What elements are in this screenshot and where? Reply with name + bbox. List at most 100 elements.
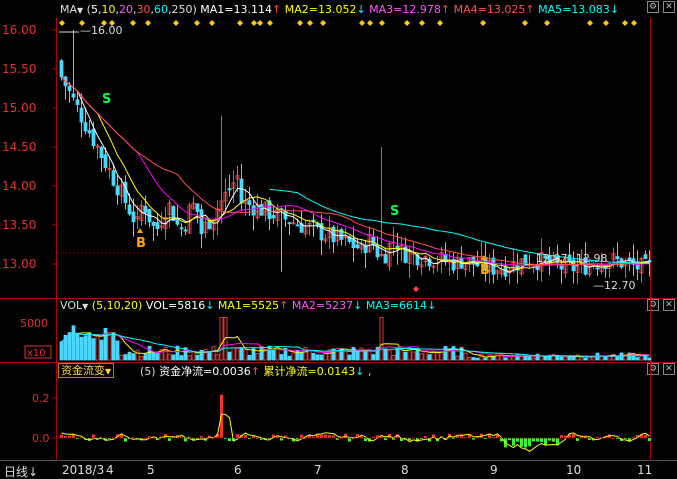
- date-label: 2018/3: [62, 463, 105, 477]
- candle-body: [239, 178, 244, 204]
- volume-bar: [543, 356, 548, 361]
- volume-bar: [471, 357, 476, 361]
- flow-bar: [524, 438, 527, 448]
- volume-bar: [267, 345, 272, 361]
- volume-bar: [475, 357, 480, 361]
- candle-body: [91, 128, 96, 147]
- volume-bar: [211, 346, 216, 361]
- candle-body: [183, 229, 188, 232]
- period-selector[interactable]: 日线↓: [4, 463, 38, 479]
- volume-bar: [411, 351, 416, 361]
- volume-bar: [391, 354, 396, 361]
- volume-bar: [319, 354, 324, 361]
- volume-bar: [235, 347, 240, 361]
- volume-bar: [259, 346, 264, 361]
- candle-body: [615, 256, 620, 260]
- volume-bar: [511, 356, 516, 361]
- candlesticks: [59, 30, 652, 285]
- candle-body: [115, 185, 120, 196]
- volume-tick-label: 5000: [20, 317, 48, 330]
- event-diamond-icon: [130, 20, 136, 26]
- volume-bar: [207, 351, 212, 361]
- volume-bar: [111, 332, 116, 361]
- volume-unit-label: x10: [27, 348, 46, 359]
- candle-body: [643, 254, 648, 259]
- event-diamond-icon: [544, 20, 550, 26]
- sell-signal-marker: S: [102, 92, 111, 107]
- volume-bar: [491, 356, 496, 361]
- volume-bar: [195, 354, 200, 361]
- volume-bar: [115, 340, 120, 361]
- period-label: 日线: [4, 465, 29, 479]
- y-tick-label: 15.50: [2, 62, 36, 76]
- candle-body: [59, 60, 64, 78]
- flow-bar: [544, 438, 547, 445]
- flow-bar: [520, 438, 523, 447]
- event-diamond-icon: [522, 20, 528, 26]
- volume-bar: [535, 353, 540, 361]
- volume-bar: [91, 338, 96, 361]
- price-label-a: 12.97: [536, 252, 568, 265]
- high-price-label: —16.00: [80, 24, 123, 37]
- flow-bars: [57, 394, 651, 452]
- event-diamond-icon: [145, 20, 151, 26]
- flow-bar: [552, 438, 555, 442]
- volume-bar: [371, 354, 376, 361]
- event-diamond-icon: [267, 20, 273, 26]
- volume-bar: [119, 354, 124, 361]
- cumulative-flow-line: [61, 413, 650, 452]
- volume-bar: [135, 349, 140, 361]
- low-price-value: 12.70: [604, 279, 636, 292]
- candle-body: [199, 209, 204, 235]
- event-diamond-icon: [209, 20, 215, 26]
- candle-body: [127, 204, 132, 215]
- candle-body: [131, 211, 136, 223]
- date-label: 9: [490, 463, 498, 477]
- volume-bar: [95, 334, 100, 361]
- candle-body: [195, 203, 200, 212]
- event-diamond-icon: [59, 20, 65, 26]
- volume-bar: [227, 351, 232, 361]
- volume-bar: [87, 332, 92, 361]
- volume-bar: [107, 332, 112, 361]
- date-label: 8: [401, 463, 409, 477]
- flow-bar: [516, 438, 519, 442]
- event-diamond-icon: [297, 20, 303, 26]
- candle-body: [99, 146, 104, 159]
- flow-bar: [540, 438, 543, 443]
- volume-bar: [379, 317, 384, 361]
- volume-bar: [571, 356, 576, 361]
- volume-bar: [567, 355, 572, 361]
- volume-bar: [315, 354, 320, 361]
- date-label: 10: [566, 463, 582, 477]
- volume-bar: [647, 357, 652, 361]
- flow-bar: [512, 438, 515, 446]
- stock-chart-canvas[interactable]: 16.00 15.50 15.00 14.50 14.00 13.50 13.00 5000 x…: [0, 0, 677, 460]
- volume-bar: [79, 336, 84, 361]
- flow-bar: [324, 434, 327, 438]
- volume-bar: [635, 357, 640, 361]
- flow-bar: [124, 438, 127, 442]
- flow-bar: [92, 434, 95, 438]
- candle-body: [287, 222, 292, 225]
- volume-bar: [59, 341, 64, 361]
- volume-bar: [271, 348, 276, 361]
- event-diamond-icon: [194, 20, 200, 26]
- candle-body: [259, 204, 264, 216]
- low-leader: —: [593, 279, 604, 292]
- volume-bar: [143, 353, 148, 361]
- volume-bar: [603, 356, 608, 361]
- candle-body: [251, 205, 256, 216]
- event-diamond-icon: [413, 286, 419, 292]
- volume-bar: [455, 355, 460, 361]
- date-label: 7: [314, 463, 322, 477]
- volume-bar: [103, 328, 108, 361]
- volume-bar: [583, 357, 588, 361]
- candle-body: [79, 107, 84, 123]
- date-label: 6: [234, 463, 242, 477]
- volume-bar: [307, 349, 312, 361]
- volume-bar: [203, 349, 208, 361]
- flow-tick-label: 0.0: [32, 432, 50, 445]
- event-diamond-icon: [307, 20, 313, 26]
- flow-bar: [236, 434, 239, 438]
